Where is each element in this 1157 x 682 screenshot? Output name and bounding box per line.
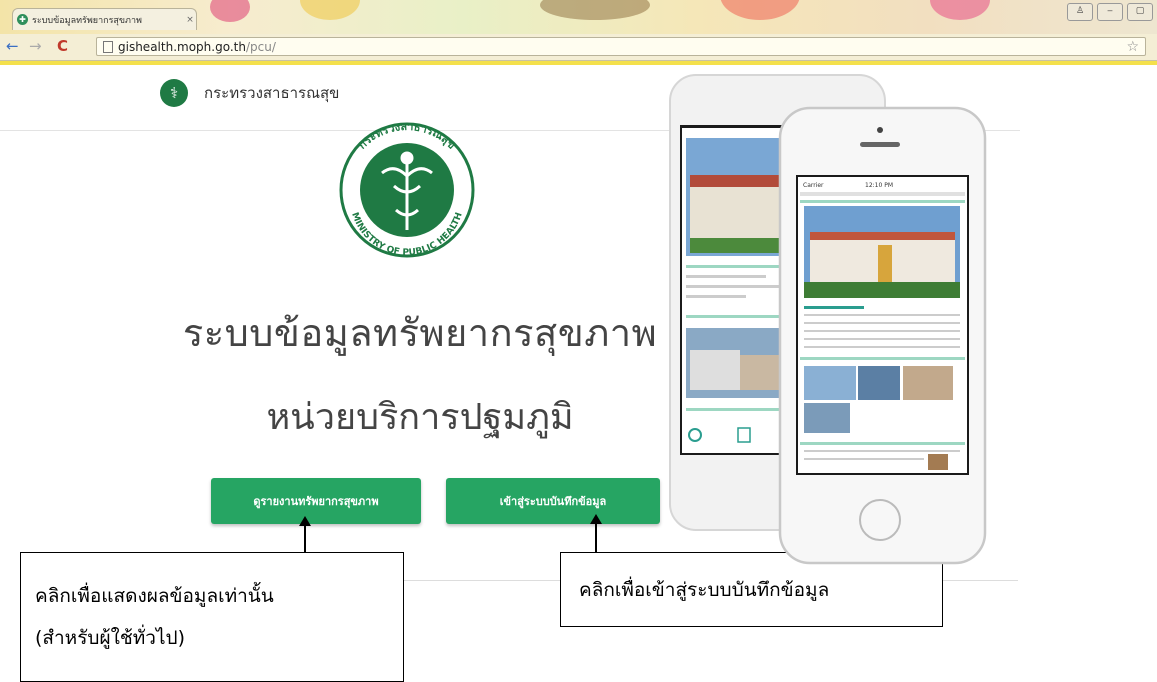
window-controls: ♙ ‒ ▢ (1067, 3, 1153, 21)
callout-text: คลิกเพื่อแสดงผลข้อมูลเท่านั้น (35, 585, 274, 607)
ministry-emblem: กระทรวงสาธารณสุข MINISTRY OF PUBLIC HEAL… (339, 120, 475, 258)
page-title: ระบบข้อมูลทรัพยากรสุขภาพ (182, 311, 658, 355)
decor-shape (930, 0, 990, 20)
accent-bar (0, 61, 1157, 65)
decor-shape (540, 0, 650, 20)
minimize-button[interactable]: ‒ (1097, 3, 1123, 21)
data-entry-login-button[interactable]: เข้าสู่ระบบบันทึกข้อมูล (446, 478, 660, 524)
site-favicon-icon: ✚ (17, 14, 28, 25)
phone-mockup-illustration: Carrier 12:10 PM (669, 74, 987, 565)
url-host: gishealth.moph.go.th (118, 39, 246, 54)
ministry-logo-icon[interactable]: ⚕ (160, 79, 188, 107)
phone-time: 12:10 PM (865, 182, 893, 189)
footer-divider (943, 580, 1018, 581)
page-icon (103, 40, 113, 53)
bookmark-star-icon[interactable]: ☆ (1126, 39, 1139, 55)
url-path: /pcu/ (245, 39, 276, 54)
browser-tab-strip: ✚ ระบบข้อมูลทรัพยากรสุขภาพ × ♙ ‒ ▢ (0, 0, 1157, 34)
address-bar[interactable]: gishealth.moph.go.th/pcu/ ☆ (96, 37, 1146, 56)
url-text: gishealth.moph.go.th/pcu/ (118, 40, 1126, 54)
profile-button[interactable]: ♙ (1067, 3, 1093, 21)
callout-text: (สำหรับผู้ใช้ทั่วไป) (35, 627, 185, 649)
iphone: Carrier 12:10 PM (778, 106, 987, 565)
ministry-name[interactable]: กระทรวงสาธารณสุข (204, 81, 339, 105)
decor-shape (300, 0, 360, 20)
back-arrow-icon[interactable]: ← (6, 37, 19, 55)
footer-divider (404, 580, 560, 581)
decor-shape (210, 0, 250, 22)
arrow-line (595, 523, 597, 552)
view-report-button[interactable]: ดูรายงานทรัพยากรสุขภาพ (211, 478, 421, 524)
decor-shape (720, 0, 800, 20)
forward-arrow-icon[interactable]: → (29, 37, 42, 55)
tab-close-icon[interactable]: × (184, 15, 196, 25)
callout-text: คลิกเพื่อเข้าสู่ระบบบันทึกข้อมูล (579, 579, 830, 601)
arrow-line (304, 525, 306, 552)
page-subtitle: หน่วยบริการปฐมภูมิ (266, 397, 574, 438)
callout-public-view: คลิกเพื่อแสดงผลข้อมูลเท่านั้น (สำหรับผู้… (20, 552, 404, 682)
tab-title: ระบบข้อมูลทรัพยากรสุขภาพ (32, 15, 142, 26)
browser-tab[interactable]: ✚ ระบบข้อมูลทรัพยากรสุขภาพ × (12, 8, 197, 30)
phone-carrier: Carrier (803, 182, 824, 189)
site-header: ⚕ กระทรวงสาธารณสุข (160, 79, 339, 107)
reload-icon[interactable]: C (57, 37, 68, 55)
maximize-button[interactable]: ▢ (1127, 3, 1153, 21)
browser-toolbar: ← → C gishealth.moph.go.th/pcu/ ☆ (0, 34, 1157, 61)
